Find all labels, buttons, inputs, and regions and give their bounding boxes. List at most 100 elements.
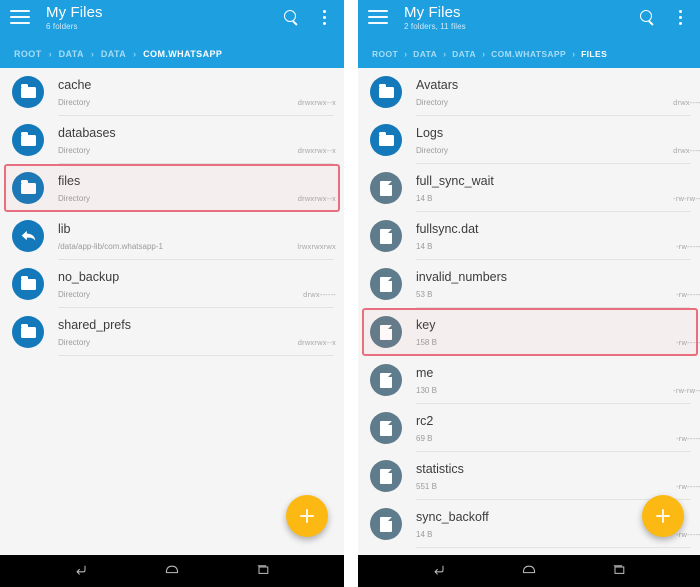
page-title: My Files (46, 4, 103, 21)
file-meta: Directory (58, 97, 91, 107)
file-icon (370, 460, 402, 492)
list-item[interactable]: invalid_numbers 53 B -rw------- (358, 260, 700, 308)
symlink-icon (12, 220, 44, 252)
breadcrumb-item-com-whatsapp[interactable]: COM.WHATSAPP (491, 49, 566, 59)
file-meta: Directory (416, 97, 449, 107)
hamburger-icon[interactable] (10, 10, 30, 26)
folder-file-count-subtitle: 2 folders, 11 files (404, 22, 466, 31)
list-item-text: Logs Directory (416, 126, 673, 155)
file-size: 53 B (416, 289, 433, 299)
right-appbar-actions (638, 9, 690, 27)
file-name: fullsync.dat (416, 221, 479, 236)
breadcrumb-separator-icon: › (572, 49, 576, 59)
breadcrumb-item-data-2[interactable]: DATA (101, 49, 126, 59)
breadcrumb-item-data-2[interactable]: DATA (452, 49, 476, 59)
back-icon[interactable] (431, 563, 447, 579)
list-item-text: invalid_numbers 53 B (416, 270, 676, 299)
list-item-text: rc2 69 B (416, 414, 676, 443)
file-name: files (58, 173, 81, 188)
home-icon[interactable] (521, 563, 537, 579)
file-permissions: drwx------ (673, 98, 700, 107)
file-size: 69 B (416, 433, 433, 443)
file-permissions: -rw------- (676, 338, 700, 347)
file-permissions: -rw------- (676, 434, 700, 443)
breadcrumb-item-files[interactable]: FILES (581, 49, 607, 59)
file-name: lib (58, 221, 71, 236)
search-icon[interactable] (282, 9, 300, 27)
file-permissions: drwx------ (303, 290, 336, 299)
breadcrumb-separator-icon: › (482, 49, 486, 59)
list-item-text: me 130 B (416, 366, 673, 395)
file-size: 158 B (416, 337, 437, 347)
list-item[interactable]: shared_prefs Directory drwxrwx--x (0, 308, 344, 356)
list-item[interactable]: full_sync_wait 14 B -rw-rw---- (358, 164, 700, 212)
folder-icon (370, 76, 402, 108)
list-item[interactable]: cache Directory drwxrwx--x (0, 68, 344, 116)
add-button-fab[interactable] (286, 495, 328, 537)
page-title: My Files (404, 4, 461, 21)
list-item[interactable]: lib /data/app-lib/com.whatsapp-1 lrwxrwx… (0, 212, 344, 260)
file-icon (370, 172, 402, 204)
breadcrumb-item-root[interactable]: ROOT (14, 49, 42, 59)
list-item[interactable]: no_backup Directory drwx------ (0, 260, 344, 308)
file-meta: /data/app-lib/com.whatsapp-1 (58, 241, 163, 251)
file-permissions: -rw------- (676, 530, 700, 539)
add-button-fab[interactable] (642, 495, 684, 537)
file-icon (370, 316, 402, 348)
file-meta: Directory (58, 289, 91, 299)
hamburger-icon[interactable] (368, 10, 388, 26)
file-name: sync_backoff (416, 509, 489, 524)
dual-screenshot-container: My Files 6 folders ROOT › DATA › DATA › … (0, 0, 700, 587)
file-permissions: drwxrwx--x (297, 338, 336, 347)
left-system-nav-bar (0, 555, 344, 587)
list-item-text: shared_prefs Directory (58, 318, 298, 347)
folder-icon (12, 76, 44, 108)
recents-icon[interactable] (611, 563, 627, 579)
file-icon (370, 220, 402, 252)
breadcrumb-item-data-1[interactable]: DATA (59, 49, 84, 59)
list-item[interactable]: Logs Directory drwx------ (358, 116, 700, 164)
file-icon (370, 412, 402, 444)
list-item[interactable]: Avatars Directory drwx------ (358, 68, 700, 116)
folder-icon (370, 124, 402, 156)
file-permissions: -rw-rw---- (673, 194, 700, 203)
file-permissions: drwxrwx--x (297, 98, 336, 107)
list-item-text: files Directory (58, 174, 298, 203)
list-item[interactable]: rc2 69 B -rw------- (358, 404, 700, 452)
file-size: 551 B (416, 481, 437, 491)
file-permissions: -rw------- (676, 242, 700, 251)
file-name: statistics (416, 461, 464, 476)
file-meta: Directory (416, 145, 449, 155)
file-size: 14 B (416, 193, 433, 203)
back-icon[interactable] (73, 563, 89, 579)
recents-icon[interactable] (255, 563, 271, 579)
more-vertical-icon[interactable] (672, 9, 690, 27)
list-item-key-highlighted[interactable]: key 158 B -rw------- (358, 308, 700, 356)
file-permissions: -rw------- (676, 290, 700, 299)
folder-icon (12, 268, 44, 300)
search-icon[interactable] (638, 9, 656, 27)
list-item-text: Avatars Directory (416, 78, 673, 107)
home-icon[interactable] (164, 563, 180, 579)
breadcrumb-item-data-1[interactable]: DATA (413, 49, 437, 59)
list-item-files-highlighted[interactable]: files Directory drwxrwx--x (0, 164, 344, 212)
list-item[interactable]: me 130 B -rw-rw---- (358, 356, 700, 404)
breadcrumb-separator-icon: › (443, 49, 447, 59)
breadcrumb-item-com-whatsapp[interactable]: COM.WHATSAPP (143, 49, 222, 59)
list-item[interactable]: databases Directory drwxrwx--x (0, 116, 344, 164)
file-permissions: drwxrwx--x (297, 194, 336, 203)
list-item-text: cache Directory (58, 78, 298, 107)
row-divider (58, 355, 334, 356)
plus-icon (655, 508, 671, 524)
plus-icon (299, 508, 315, 524)
file-name: no_backup (58, 269, 120, 284)
breadcrumb-separator-icon: › (404, 49, 408, 59)
breadcrumb-item-root[interactable]: ROOT (372, 49, 398, 59)
file-name: invalid_numbers (416, 269, 508, 284)
list-item[interactable]: fullsync.dat 14 B -rw------- (358, 212, 700, 260)
left-breadcrumb: ROOT › DATA › DATA › COM.WHATSAPP (0, 40, 344, 68)
list-item[interactable]: statistics 551 B -rw------- (358, 452, 700, 500)
file-name: key (416, 317, 436, 332)
more-vertical-icon[interactable] (316, 9, 334, 27)
list-item-text: sync_backoff 14 B (416, 510, 676, 539)
